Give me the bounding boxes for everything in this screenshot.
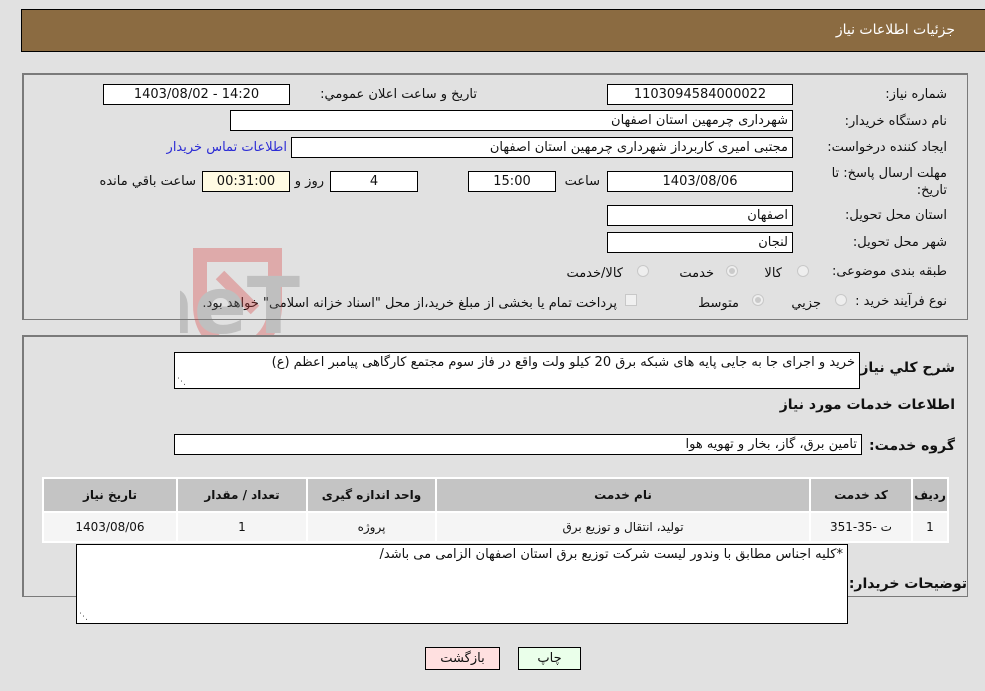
treasury-checkbox[interactable] [625, 294, 637, 306]
deadline-date-field: 1403/08/06 [607, 171, 793, 192]
page-header: جزئیات اطلاعات نیاز [21, 9, 985, 52]
process-option-medium: متوسط [698, 296, 739, 311]
buyer-contact-link[interactable]: اطلاعات تماس خريدار [167, 140, 287, 155]
resize-grip-icon[interactable]: ⋰ [79, 613, 88, 622]
buyer-notes-textarea[interactable]: *کلیه اجناس مطابق با وندور لیست شرکت توز… [76, 544, 848, 624]
category-option-service: خدمت [679, 266, 714, 281]
deadline-label: مهلت ارسال پاسخ: تا تاريخ: [831, 166, 947, 198]
need-details-panel: شماره نیاز: 1103094584000022 تاريخ و ساع… [22, 73, 968, 320]
announce-label: تاريخ و ساعت اعلان عمومي: [320, 87, 477, 102]
buyer-notes-label: توضيحات خريدار: [848, 576, 967, 592]
cell-service-name: توليد، انتقال و توزيع برق [435, 511, 811, 543]
announce-datetime-field: 1403/08/02 - 14:20 [103, 84, 290, 105]
cell-service-code: ت -35-351 [809, 511, 913, 543]
col-header-unit: واحد اندازه گيری [306, 477, 437, 513]
deadline-time-field: 15:00 [468, 171, 556, 192]
city-label: شهر محل تحويل: [852, 235, 947, 250]
services-panel: شرح کلي نياز: خرید و اجرای جا به جایی پا… [22, 335, 968, 624]
description-label: شرح کلي نياز: [854, 360, 955, 376]
resize-grip-icon[interactable]: ⋰ [177, 378, 186, 387]
description-textarea[interactable]: خرید و اجرای جا به جایی پایه های شبکه بر… [174, 352, 860, 389]
process-type-label: نوع فرآيند خريد : [855, 294, 947, 309]
need-number-label: شماره نیاز: [885, 87, 947, 102]
time-remaining-field: 00:31:00 [202, 171, 290, 192]
category-radio-goods-service[interactable] [637, 265, 649, 277]
province-field: اصفهان [607, 205, 793, 226]
col-header-quantity: تعداد / مقدار [176, 477, 308, 513]
cell-need-date: 1403/08/06 [42, 511, 178, 543]
time-remaining-label: ساعت باقي مانده [99, 174, 196, 189]
category-option-goods-service: کالا/خدمت [566, 266, 623, 281]
description-text: خرید و اجرای جا به جایی پایه های شبکه بر… [271, 355, 855, 370]
col-header-row-number: رديف [911, 477, 949, 513]
cell-row-number: 1 [911, 511, 949, 543]
service-group-field: تامين برق، گاز، بخار و تهويه هوا [174, 434, 862, 455]
creator-label: ايجاد کننده درخواست: [827, 140, 947, 155]
buyer-org-label: نام دستگاه خريدار: [844, 114, 947, 129]
col-header-service-name: نام خدمت [435, 477, 811, 513]
category-radio-goods[interactable] [797, 265, 809, 277]
deadline-time-label: ساعت [564, 174, 600, 189]
col-header-service-code: کد خدمت [809, 477, 913, 513]
buyer-org-field: شهرداری چرمهین استان اصفهان [230, 110, 793, 131]
city-field: لنجان [607, 232, 793, 253]
province-label: استان محل تحويل: [845, 208, 947, 223]
back-button[interactable]: بازگشت [425, 647, 500, 670]
process-radio-minor[interactable] [835, 294, 847, 306]
days-label: روز و [294, 174, 324, 189]
category-option-goods: کالا [764, 266, 782, 281]
service-group-label: گروه خدمت: [869, 438, 955, 454]
print-button[interactable]: چاپ [518, 647, 581, 670]
days-remaining-field: 4 [330, 171, 418, 192]
page-title: جزئیات اطلاعات نیاز [835, 22, 955, 38]
category-radio-service[interactable] [726, 265, 738, 277]
services-table: رديف کد خدمت نام خدمت واحد اندازه گيری ت… [42, 477, 949, 543]
cell-unit: پروژه [306, 511, 437, 543]
col-header-need-date: تاريخ نياز [42, 477, 178, 513]
cell-quantity: 1 [176, 511, 308, 543]
creator-field: مجتبی امیری کاربرداز شهرداری چرمهین استا… [291, 137, 793, 158]
buyer-notes-text: *کلیه اجناس مطابق با وندور لیست شرکت توز… [379, 547, 844, 562]
process-option-minor: جزيي [791, 296, 821, 311]
table-header-row: رديف کد خدمت نام خدمت واحد اندازه گيری ت… [42, 477, 949, 513]
services-section-title: اطلاعات خدمات مورد نياز [779, 397, 955, 413]
process-radio-medium[interactable] [752, 294, 764, 306]
need-number-field: 1103094584000022 [607, 84, 793, 105]
table-row: 1 ت -35-351 توليد، انتقال و توزيع برق پر… [42, 511, 949, 543]
category-label: طبقه بندی موضوعی: [831, 264, 947, 279]
treasury-note: پرداخت تمام يا بخشی از مبلغ خريد،از محل … [202, 296, 617, 311]
